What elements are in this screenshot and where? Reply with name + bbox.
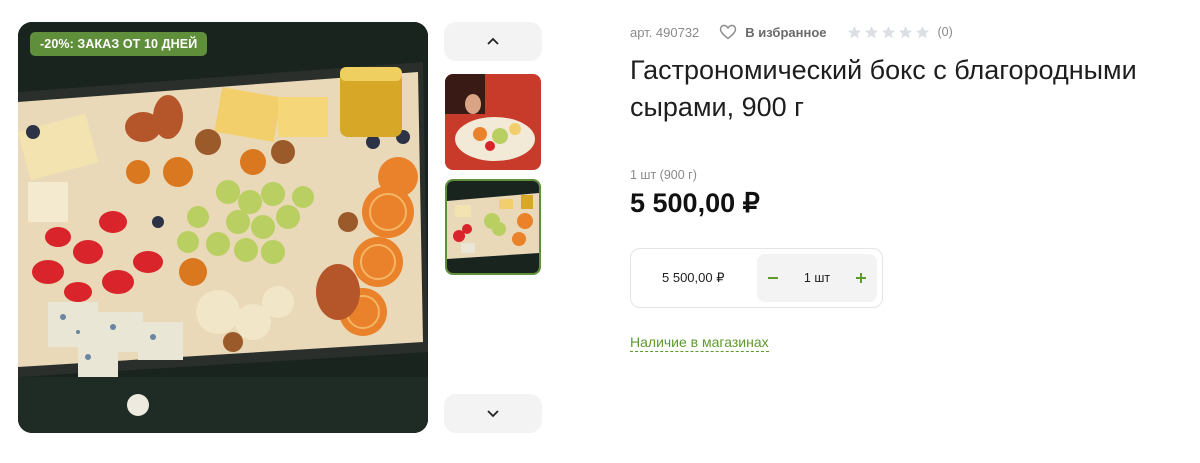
store-availability-link[interactable]: Наличие в магазинах: [630, 334, 769, 352]
quantity-value[interactable]: 1 шт: [804, 271, 830, 285]
thumbnail-platter[interactable]: [445, 179, 541, 275]
star-icon: [881, 25, 895, 38]
add-to-favorites-button[interactable]: В избранное: [719, 24, 827, 40]
quantity-stepper: 1 шт: [757, 254, 877, 302]
chevron-down-icon: [487, 410, 499, 418]
star-icon: [864, 25, 878, 38]
sku: арт. 490732: [630, 24, 700, 40]
star-icon: [898, 25, 912, 38]
plus-icon: [856, 273, 866, 283]
heart-icon: [720, 24, 737, 40]
product-meta: арт. 490732 В избранное (0): [630, 22, 953, 42]
thumbnail-serving[interactable]: [445, 74, 541, 170]
main-product-image[interactable]: [18, 22, 428, 433]
product-title: Гастрономический бокс с благородными сыр…: [630, 55, 1137, 122]
cart-total-price: 5 500,00 ₽: [662, 270, 725, 285]
decrease-quantity-button[interactable]: [757, 254, 789, 302]
favorites-label: В избранное: [745, 24, 827, 40]
promo-badge: -20%: ЗАКАЗ ОТ 10 ДНЕЙ: [30, 32, 208, 56]
star-icon: [915, 25, 929, 38]
cart-widget: 5 500,00 ₽ 1 шт: [630, 248, 883, 308]
product-price: 5 500,00 ₽: [630, 188, 760, 218]
rating-stars[interactable]: [847, 25, 930, 40]
minus-icon: [768, 277, 778, 279]
chevron-up-icon: [487, 37, 499, 45]
increase-quantity-button[interactable]: [845, 254, 877, 302]
review-count[interactable]: (0): [938, 25, 953, 39]
star-icon: [847, 25, 861, 38]
gallery-prev-button[interactable]: [444, 22, 542, 61]
unit-note: 1 шт (900 г): [630, 168, 697, 182]
gallery-next-button[interactable]: [444, 394, 542, 433]
